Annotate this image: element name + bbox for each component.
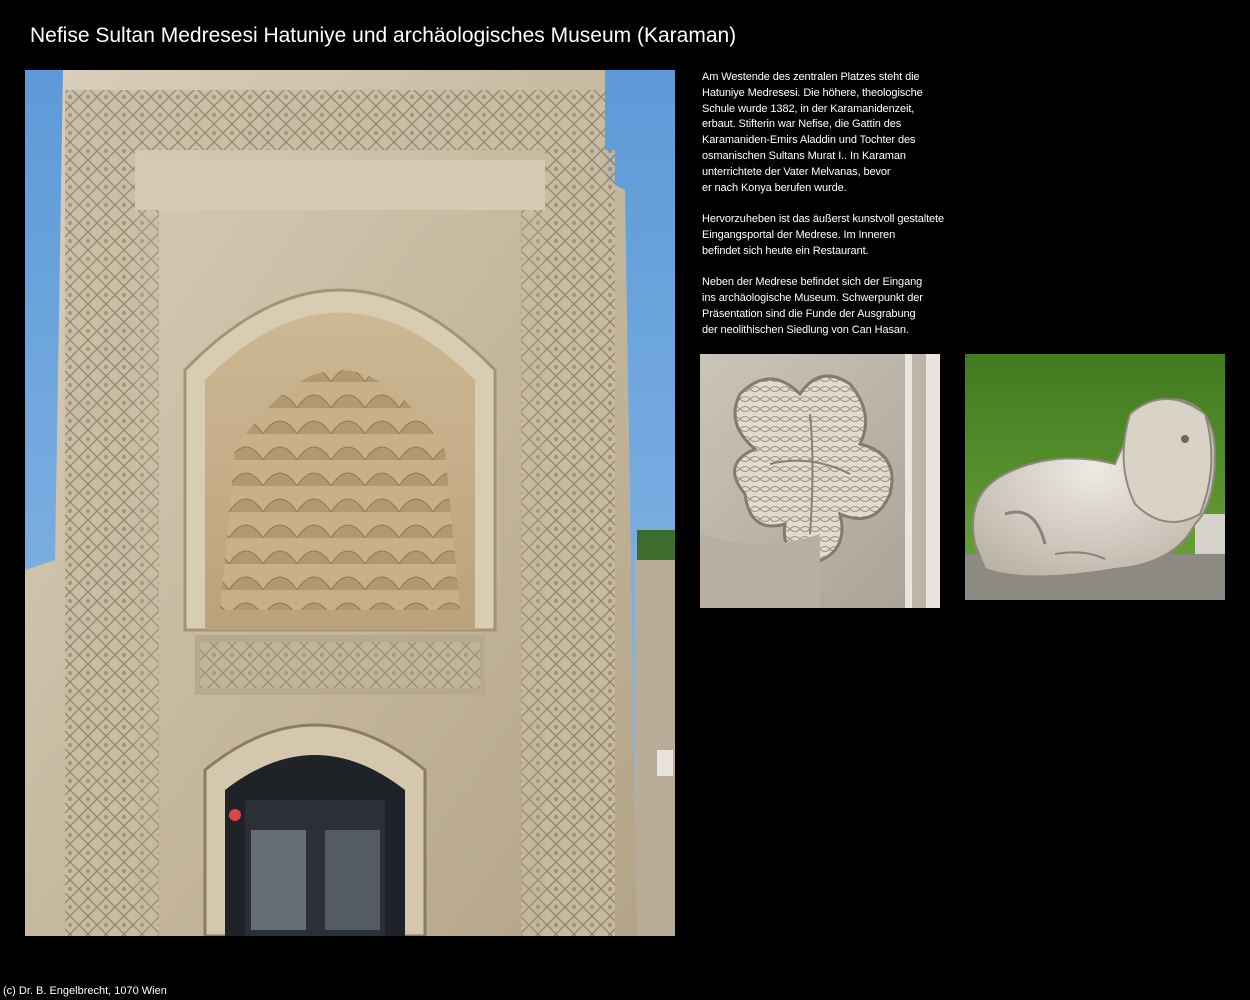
text-line: Hatuniye Medresesi. Die höhere, theologi… xyxy=(702,86,923,99)
text-line: Schule wurde 1382, in der Karamanidenzei… xyxy=(702,102,915,115)
text-line: der neolithischen Siedlung von Can Hasan… xyxy=(702,323,909,336)
text-line: erbaut. Stifterin war Nefise, die Gattin… xyxy=(702,118,902,131)
description-paragraph-1: Am Westende des zentralen Platzes steht … xyxy=(702,70,992,196)
copyright-footer: (c) Dr. B. Engelbrecht, 1070 Wien xyxy=(3,985,167,997)
stone-ornament-image xyxy=(700,354,940,608)
description-text: Am Westende des zentralen Platzes steht … xyxy=(702,70,992,354)
medrese-portal-photo xyxy=(25,70,675,936)
text-line: ins archäologische Museum. Schwerpunkt d… xyxy=(702,292,923,305)
lion-statue-image xyxy=(965,354,1225,600)
text-line: Präsentation sind die Funde der Ausgrabu… xyxy=(702,307,916,320)
description-paragraph-3: Neben der Medrese befindet sich der Eing… xyxy=(702,275,992,338)
text-line: Am Westende des zentralen Platzes steht … xyxy=(702,71,920,83)
medrese-portal-image xyxy=(25,70,675,936)
text-line: befindet sich heute ein Restaurant. xyxy=(702,244,869,257)
stone-ornament-photo xyxy=(700,354,940,608)
text-line: Eingangsportal der Medrese. Im Inneren xyxy=(702,228,896,241)
text-line: osmanischen Sultans Murat I.. In Karaman xyxy=(702,149,906,162)
text-line: unterrichtete der Vater Melvanas, bevor xyxy=(702,165,891,178)
description-paragraph-2: Hervorzuheben ist das äußerst kunstvoll … xyxy=(702,212,992,259)
text-line: Neben der Medrese befindet sich der Eing… xyxy=(702,276,923,289)
lion-statue-photo xyxy=(965,354,1225,600)
page-title: Nefise Sultan Medresesi Hatuniye und arc… xyxy=(30,24,737,47)
text-line: Karamaniden-Emirs Aladdin und Tochter de… xyxy=(702,134,916,147)
text-line: er nach Konya berufen wurde. xyxy=(702,181,847,194)
text-line: Hervorzuheben ist das äußerst kunstvoll … xyxy=(702,213,945,226)
